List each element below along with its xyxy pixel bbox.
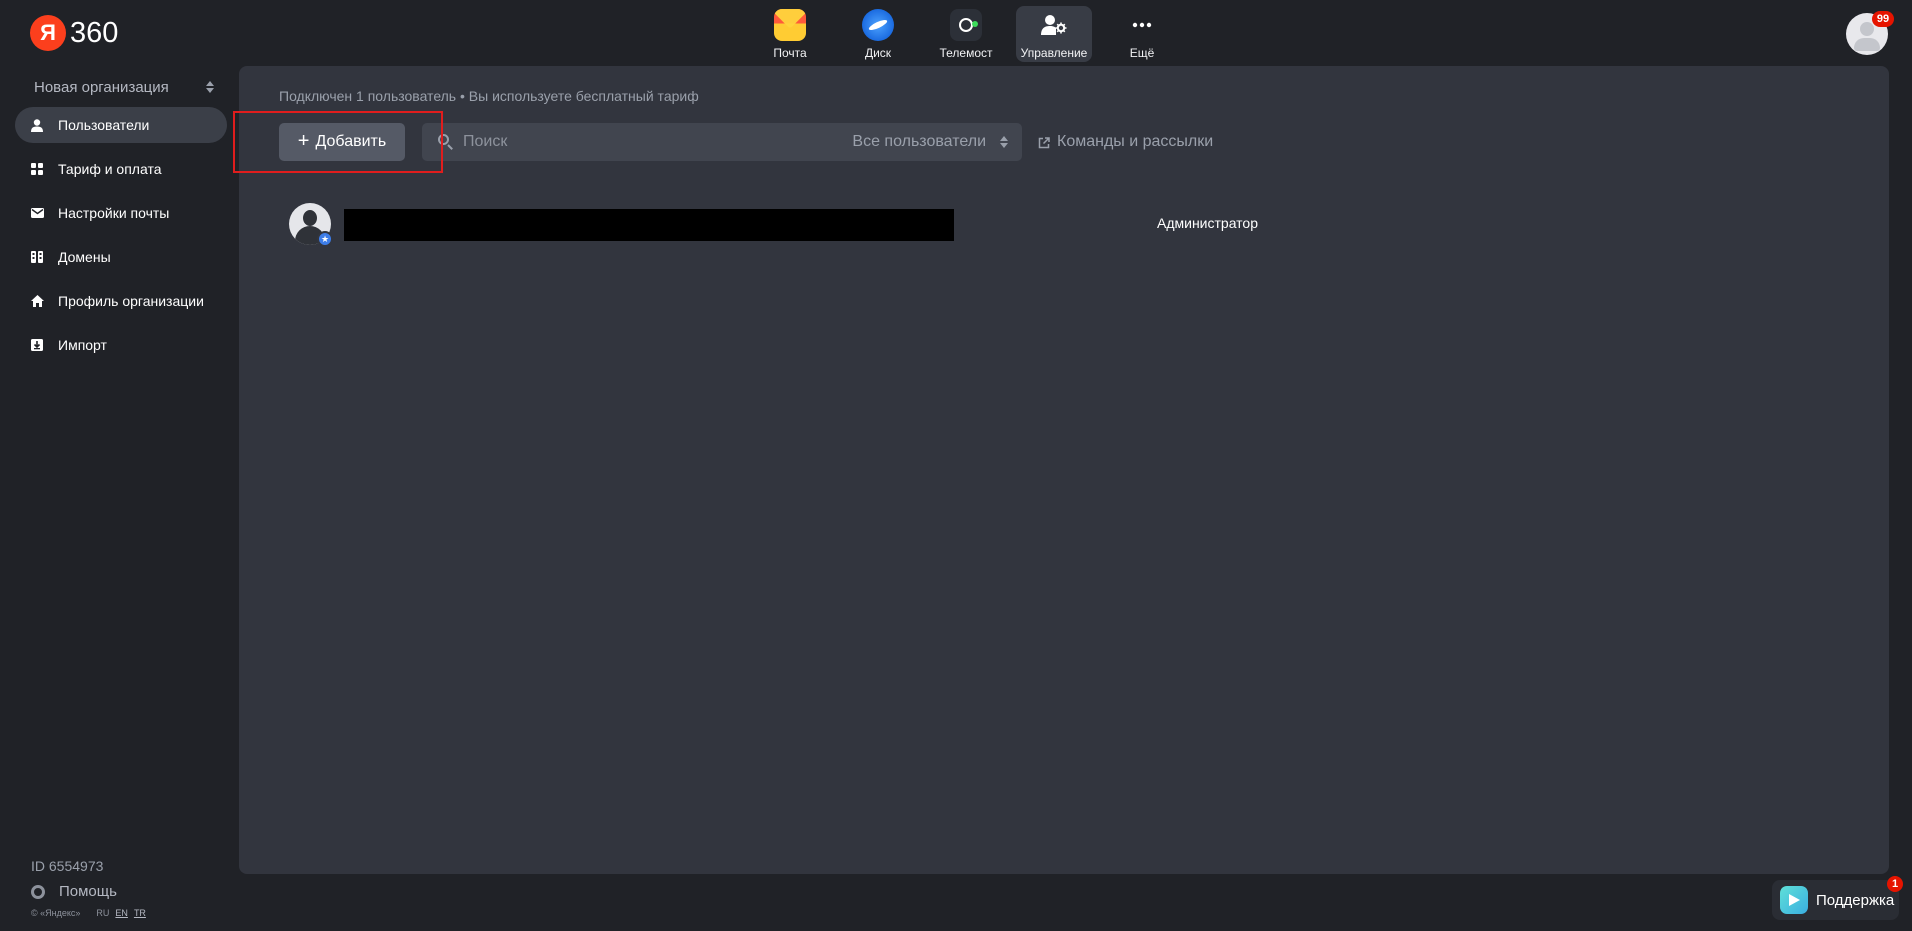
- table-row[interactable]: ★ Администратор: [289, 203, 1289, 247]
- logo-text: 360: [70, 16, 119, 49]
- support-badge: 1: [1887, 876, 1903, 892]
- add-button-label: Добавить: [315, 133, 387, 150]
- add-user-button[interactable]: + Добавить: [279, 123, 405, 161]
- teams-link-label: Команды и рассылки: [1057, 133, 1214, 150]
- users-summary: Подключен 1 пользователь • Вы использует…: [279, 88, 699, 104]
- sort-arrows-icon: [206, 81, 214, 93]
- help-link[interactable]: Помощь: [31, 883, 146, 900]
- sidebar-item-import[interactable]: Импорт: [15, 327, 227, 363]
- sidebar-item-label: Тариф и оплата: [58, 161, 162, 177]
- search-icon: [437, 133, 455, 151]
- search-bar: Все пользователи: [422, 123, 1022, 161]
- notification-badge: 99: [1872, 11, 1894, 27]
- service-disk[interactable]: Диск: [840, 6, 916, 62]
- service-mail[interactable]: Почта: [752, 6, 828, 62]
- search-input[interactable]: [463, 133, 853, 151]
- legal-footer: © «Яндекс» RU EN TR: [31, 908, 146, 918]
- sidebar-item-label: Пользователи: [58, 117, 150, 133]
- service-label: Ещё: [1129, 46, 1155, 60]
- organization-switcher[interactable]: Новая организация: [34, 76, 214, 98]
- envelope-icon: [30, 206, 44, 220]
- top-bar: Я 360 Почта Диск Телемост Управление Ещё…: [0, 0, 1912, 66]
- external-link-icon: [1038, 136, 1050, 149]
- sidebar-item-label: Домены: [58, 249, 111, 265]
- language-ru: RU: [96, 908, 110, 918]
- lifebuoy-icon: [31, 884, 45, 899]
- filter-label: Все пользователи: [852, 133, 986, 150]
- sidebar-nav: Пользователи Тариф и оплата Настройки по…: [15, 107, 227, 371]
- sidebar: Новая организация Пользователи Тариф и о…: [0, 66, 236, 931]
- service-label: Управление: [1020, 46, 1088, 60]
- support-button[interactable]: Поддержка 1: [1772, 876, 1903, 920]
- service-label: Почта: [773, 46, 807, 60]
- disk-icon: [862, 9, 894, 41]
- language-en[interactable]: EN: [115, 908, 128, 918]
- services-nav: Почта Диск Телемост Управление Ещё: [752, 6, 1192, 62]
- language-tr[interactable]: TR: [134, 908, 146, 918]
- plus-icon: +: [297, 130, 310, 152]
- teams-and-lists-link[interactable]: Команды и рассылки: [1038, 123, 1213, 161]
- admin-icon: [1038, 9, 1070, 41]
- service-telemost[interactable]: Телемост: [928, 6, 1004, 62]
- sidebar-item-mail-settings[interactable]: Настройки почты: [15, 195, 227, 231]
- yandex-360-logo[interactable]: Я 360: [30, 15, 118, 51]
- copyright: © «Яндекс»: [31, 908, 81, 918]
- service-label: Диск: [864, 46, 892, 60]
- yandex-logo-icon: Я: [30, 15, 66, 51]
- help-label: Помощь: [59, 883, 117, 900]
- sidebar-item-label: Профиль организации: [58, 293, 204, 309]
- sidebar-item-label: Импорт: [58, 337, 107, 353]
- user-avatar[interactable]: 99: [1846, 11, 1894, 55]
- grid-icon: [30, 162, 44, 176]
- user-role: Администратор: [1157, 215, 1259, 231]
- sidebar-item-users[interactable]: Пользователи: [15, 107, 227, 143]
- telemost-icon: [950, 9, 982, 41]
- admin-star-icon: ★: [317, 231, 333, 247]
- organization-id: ID 6554973: [31, 858, 104, 874]
- home-icon: [30, 294, 44, 308]
- mail-icon: [774, 9, 806, 41]
- chat-icon: [1780, 886, 1808, 914]
- import-icon: [30, 338, 44, 352]
- sort-arrows-icon: [1000, 136, 1008, 148]
- sidebar-item-tariff[interactable]: Тариф и оплата: [15, 151, 227, 187]
- service-admin[interactable]: Управление: [1016, 6, 1092, 62]
- support-label: Поддержка: [1816, 891, 1895, 909]
- sidebar-item-domains[interactable]: Домены: [15, 239, 227, 275]
- users-panel: Подключен 1 пользователь • Вы использует…: [239, 66, 1889, 874]
- organization-name: Новая организация: [34, 78, 169, 96]
- domain-icon: [30, 250, 44, 264]
- user-name-redacted: [344, 209, 954, 241]
- service-label: Телемост: [939, 46, 993, 60]
- sidebar-item-org-profile[interactable]: Профиль организации: [15, 283, 227, 319]
- sidebar-footer: ID 6554973 Помощь © «Яндекс» RU EN TR: [31, 858, 146, 918]
- user-icon: [30, 118, 44, 132]
- users-filter-select[interactable]: Все пользователи: [852, 123, 1008, 161]
- sidebar-item-label: Настройки почты: [58, 205, 170, 221]
- more-icon: [1126, 9, 1158, 41]
- service-more[interactable]: Ещё: [1104, 6, 1180, 62]
